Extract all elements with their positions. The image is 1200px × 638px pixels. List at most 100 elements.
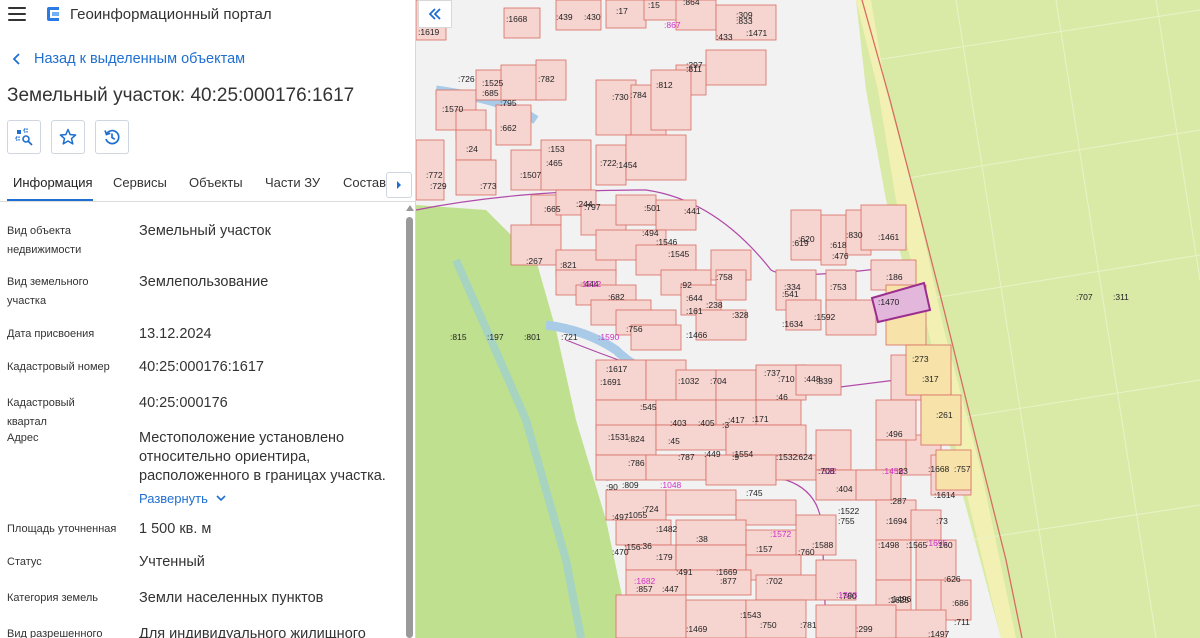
menu-icon[interactable] (8, 7, 26, 21)
parcel-label: :710 (778, 374, 795, 384)
parcel[interactable] (595, 79, 637, 136)
parcel-label: :815 (450, 332, 467, 342)
parcel[interactable] (650, 69, 692, 131)
parcel-label: :1522 (838, 506, 860, 516)
attr-label: Категория земель (7, 592, 98, 604)
tab-composition[interactable]: Состав (343, 170, 386, 201)
scroll-thumb[interactable] (406, 217, 413, 638)
parcel-label: :186 (886, 272, 903, 282)
parcel-label: :1545 (668, 249, 690, 259)
parcel-label: :1668 (506, 14, 528, 24)
parcel-label: :781 (800, 620, 817, 630)
parcel-label: :1546 (656, 237, 678, 247)
parcel-label: :618 (830, 240, 847, 250)
parcel-label: :1454 (616, 160, 638, 170)
tab-parts[interactable]: Части ЗУ (265, 170, 320, 201)
object-title: Земельный участок: 40:25:000176:1617 (7, 85, 355, 106)
scroll-up-arrow-icon[interactable] (406, 205, 414, 211)
parcel-label: :1471 (746, 28, 768, 38)
parcel-label: :864 (683, 0, 700, 7)
tab-services[interactable]: Сервисы (113, 170, 167, 201)
attr-label: Кадастровый квартал (7, 397, 75, 428)
parcel-label: :721 (561, 332, 578, 342)
parcel-label: :1565 (906, 540, 928, 550)
parcel-label: :430 (584, 12, 601, 22)
show-on-map-button[interactable] (7, 120, 41, 154)
parcel[interactable] (920, 394, 962, 446)
parcel[interactable] (860, 204, 907, 251)
parcel-label: :1482 (656, 524, 678, 534)
chevron-left-icon (12, 53, 20, 65)
attr-label: Площадь уточненная (7, 523, 117, 535)
parcel-label: :404 (836, 484, 853, 494)
parcel-label: :1469 (686, 624, 708, 634)
parcel[interactable] (615, 594, 687, 638)
double-chevron-left-icon (428, 8, 441, 20)
attr-value: Местоположение установлено относительно … (139, 430, 386, 484)
parcel-label: :267 (526, 256, 543, 266)
parcel-label: :685 (482, 88, 499, 98)
parcel[interactable] (675, 519, 747, 546)
attr-label: Статус (7, 556, 42, 568)
parcel-label: :1691 (600, 377, 622, 387)
parcel[interactable] (815, 429, 852, 471)
map-canvas[interactable]: :1619:1668:430:17:15:864:309:1471:433:29… (416, 0, 1200, 638)
back-to-selection-link[interactable]: Назад к выделенным объектам (12, 51, 245, 67)
parcel-label: :17 (616, 6, 628, 16)
parcel-label: :750 (760, 620, 777, 630)
parcel-label: :1634 (782, 319, 804, 329)
map-view[interactable]: :1619:1668:430:17:15:864:309:1471:433:29… (416, 0, 1200, 638)
expand-address-link[interactable]: Развернуть (139, 489, 226, 508)
tab-information[interactable]: Информация (7, 170, 93, 201)
parcel-label: :1496 (890, 594, 912, 604)
parcel-label: :92 (680, 280, 692, 290)
parcel-label: :447 (662, 584, 679, 594)
object-tabs: Информация Сервисы Объекты Части ЗУ Сост… (0, 170, 415, 202)
parcel-label: :620 (798, 234, 815, 244)
parcel[interactable] (655, 424, 727, 451)
parcel-label: :1507 (520, 170, 542, 180)
parcel-label: :1531 (608, 432, 630, 442)
parcel-label: :753 (830, 282, 847, 292)
parcel-label: :501 (644, 203, 661, 213)
favorite-button[interactable] (51, 120, 85, 154)
parcel[interactable] (705, 49, 767, 86)
parcel-label: :417 (728, 415, 745, 425)
expand-label: Развернуть (139, 491, 208, 506)
attr-value: Земельный участок (139, 223, 271, 239)
parcel-label: :491 (676, 567, 693, 577)
parcel-label: :328 (732, 310, 749, 320)
parcel-label: :439 (556, 12, 573, 22)
panel-scrollbar[interactable] (405, 205, 414, 638)
parcel[interactable] (815, 604, 857, 638)
parcel[interactable] (645, 454, 707, 481)
tabs-next-button[interactable] (386, 172, 412, 198)
parcel-label: :1668 (928, 464, 950, 474)
parcel-label: :787 (678, 452, 695, 462)
parcel-label: :729 (430, 181, 447, 191)
parcel[interactable] (705, 454, 777, 486)
parcel[interactable] (905, 344, 952, 396)
parcel-label: :441 (684, 206, 701, 216)
parcel-label: :261 (936, 410, 953, 420)
collapse-panel-button[interactable] (418, 0, 452, 28)
parcel-label: :867 (664, 20, 681, 30)
parcel-label: :756 (626, 324, 643, 334)
parcel-label: :1466 (686, 330, 708, 340)
parcel-label: :784 (630, 90, 647, 100)
chevron-down-icon (216, 495, 226, 502)
tab-objects[interactable]: Объекты (189, 170, 243, 201)
parcel-label: :541 (782, 289, 799, 299)
history-button[interactable] (95, 120, 129, 154)
attr-value: Земли населенных пунктов (139, 590, 324, 606)
parcel-label: :1032 (678, 376, 700, 386)
parcel[interactable] (665, 489, 737, 516)
caret-right-icon (397, 181, 401, 189)
parcel-label: :197 (487, 332, 504, 342)
star-icon (59, 128, 77, 145)
parcel-label: :1470 (878, 297, 900, 307)
parcel[interactable] (625, 134, 687, 181)
parcel[interactable] (755, 574, 817, 601)
parcel-label: :403 (670, 418, 687, 428)
parcel-label: :682 (608, 292, 625, 302)
